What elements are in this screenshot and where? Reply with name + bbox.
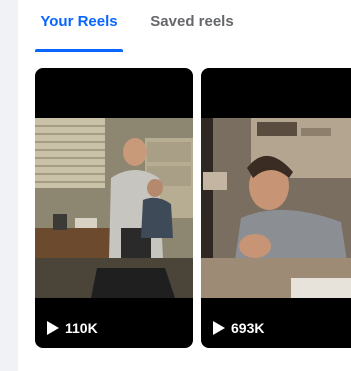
tab-your-reels-label: Your Reels (40, 13, 118, 30)
reels-panel: Your Reels Saved reels 110K 693K (18, 0, 351, 371)
reel-thumbnail (201, 118, 351, 298)
tab-active-indicator (35, 49, 123, 52)
tab-saved-reels[interactable]: Saved reels (144, 0, 240, 52)
reel-thumbnail-image (201, 118, 351, 298)
tab-saved-reels-label: Saved reels (150, 13, 234, 30)
reel-card[interactable]: 693K (201, 68, 351, 348)
reel-view-count: 110K (47, 320, 98, 336)
play-icon (47, 321, 59, 335)
play-icon (213, 321, 225, 335)
reel-view-count: 693K (213, 320, 264, 336)
reels-tabs: Your Reels Saved reels (18, 0, 351, 52)
reel-thumbnail (35, 118, 193, 298)
reel-card[interactable]: 110K (35, 68, 193, 348)
tab-your-reels[interactable]: Your Reels (35, 0, 123, 52)
reel-views-label: 110K (65, 320, 98, 336)
reel-thumbnail-image (35, 118, 193, 298)
reel-views-label: 693K (231, 320, 265, 336)
